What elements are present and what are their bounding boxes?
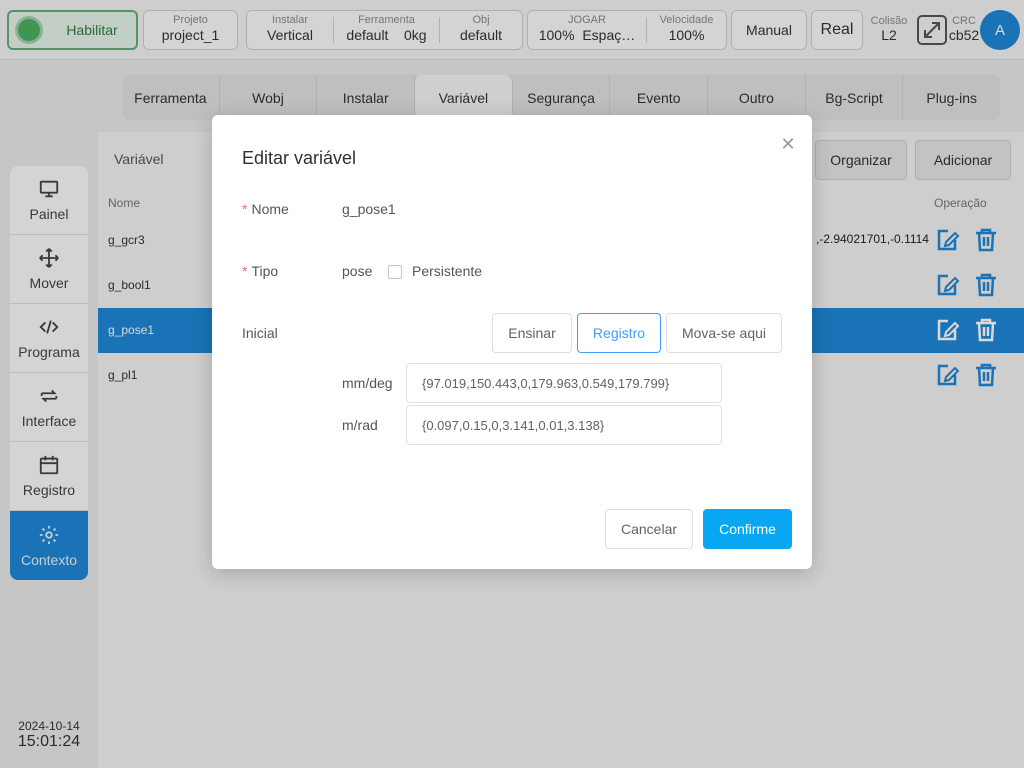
teach-button[interactable]: Ensinar bbox=[492, 313, 572, 353]
dialog-title: Editar variável bbox=[242, 148, 357, 168]
name-field-label: * Nome bbox=[242, 201, 289, 217]
move-here-button[interactable]: Mova-se aqui bbox=[666, 313, 782, 353]
mmdeg-input[interactable]: {97.019,150.443,0,179.963,0.549,179.799} bbox=[406, 363, 722, 403]
mrad-label: m/rad bbox=[342, 417, 378, 433]
type-field-label: * Tipo bbox=[242, 263, 279, 279]
edit-variable-dialog: Editar variável ✕ * Nome g_pose1 * Tipo po… bbox=[212, 115, 812, 569]
persistent-checkbox[interactable] bbox=[388, 265, 402, 279]
type-value: pose bbox=[342, 263, 373, 279]
persistent-label[interactable]: Persistente bbox=[412, 263, 482, 279]
mrad-input[interactable]: {0.097,0.15,0,3.141,0.01,3.138} bbox=[406, 405, 722, 445]
name-value: g_pose1 bbox=[342, 201, 396, 217]
required-mark: * bbox=[242, 201, 248, 217]
confirm-button[interactable]: Confirme bbox=[703, 509, 792, 549]
mmdeg-label: mm/deg bbox=[342, 375, 393, 391]
close-icon[interactable]: ✕ bbox=[779, 135, 797, 153]
initial-label: Inicial bbox=[242, 325, 278, 341]
required-mark: * bbox=[242, 263, 248, 279]
record-button[interactable]: Registro bbox=[577, 313, 661, 353]
cancel-button[interactable]: Cancelar bbox=[605, 509, 693, 549]
